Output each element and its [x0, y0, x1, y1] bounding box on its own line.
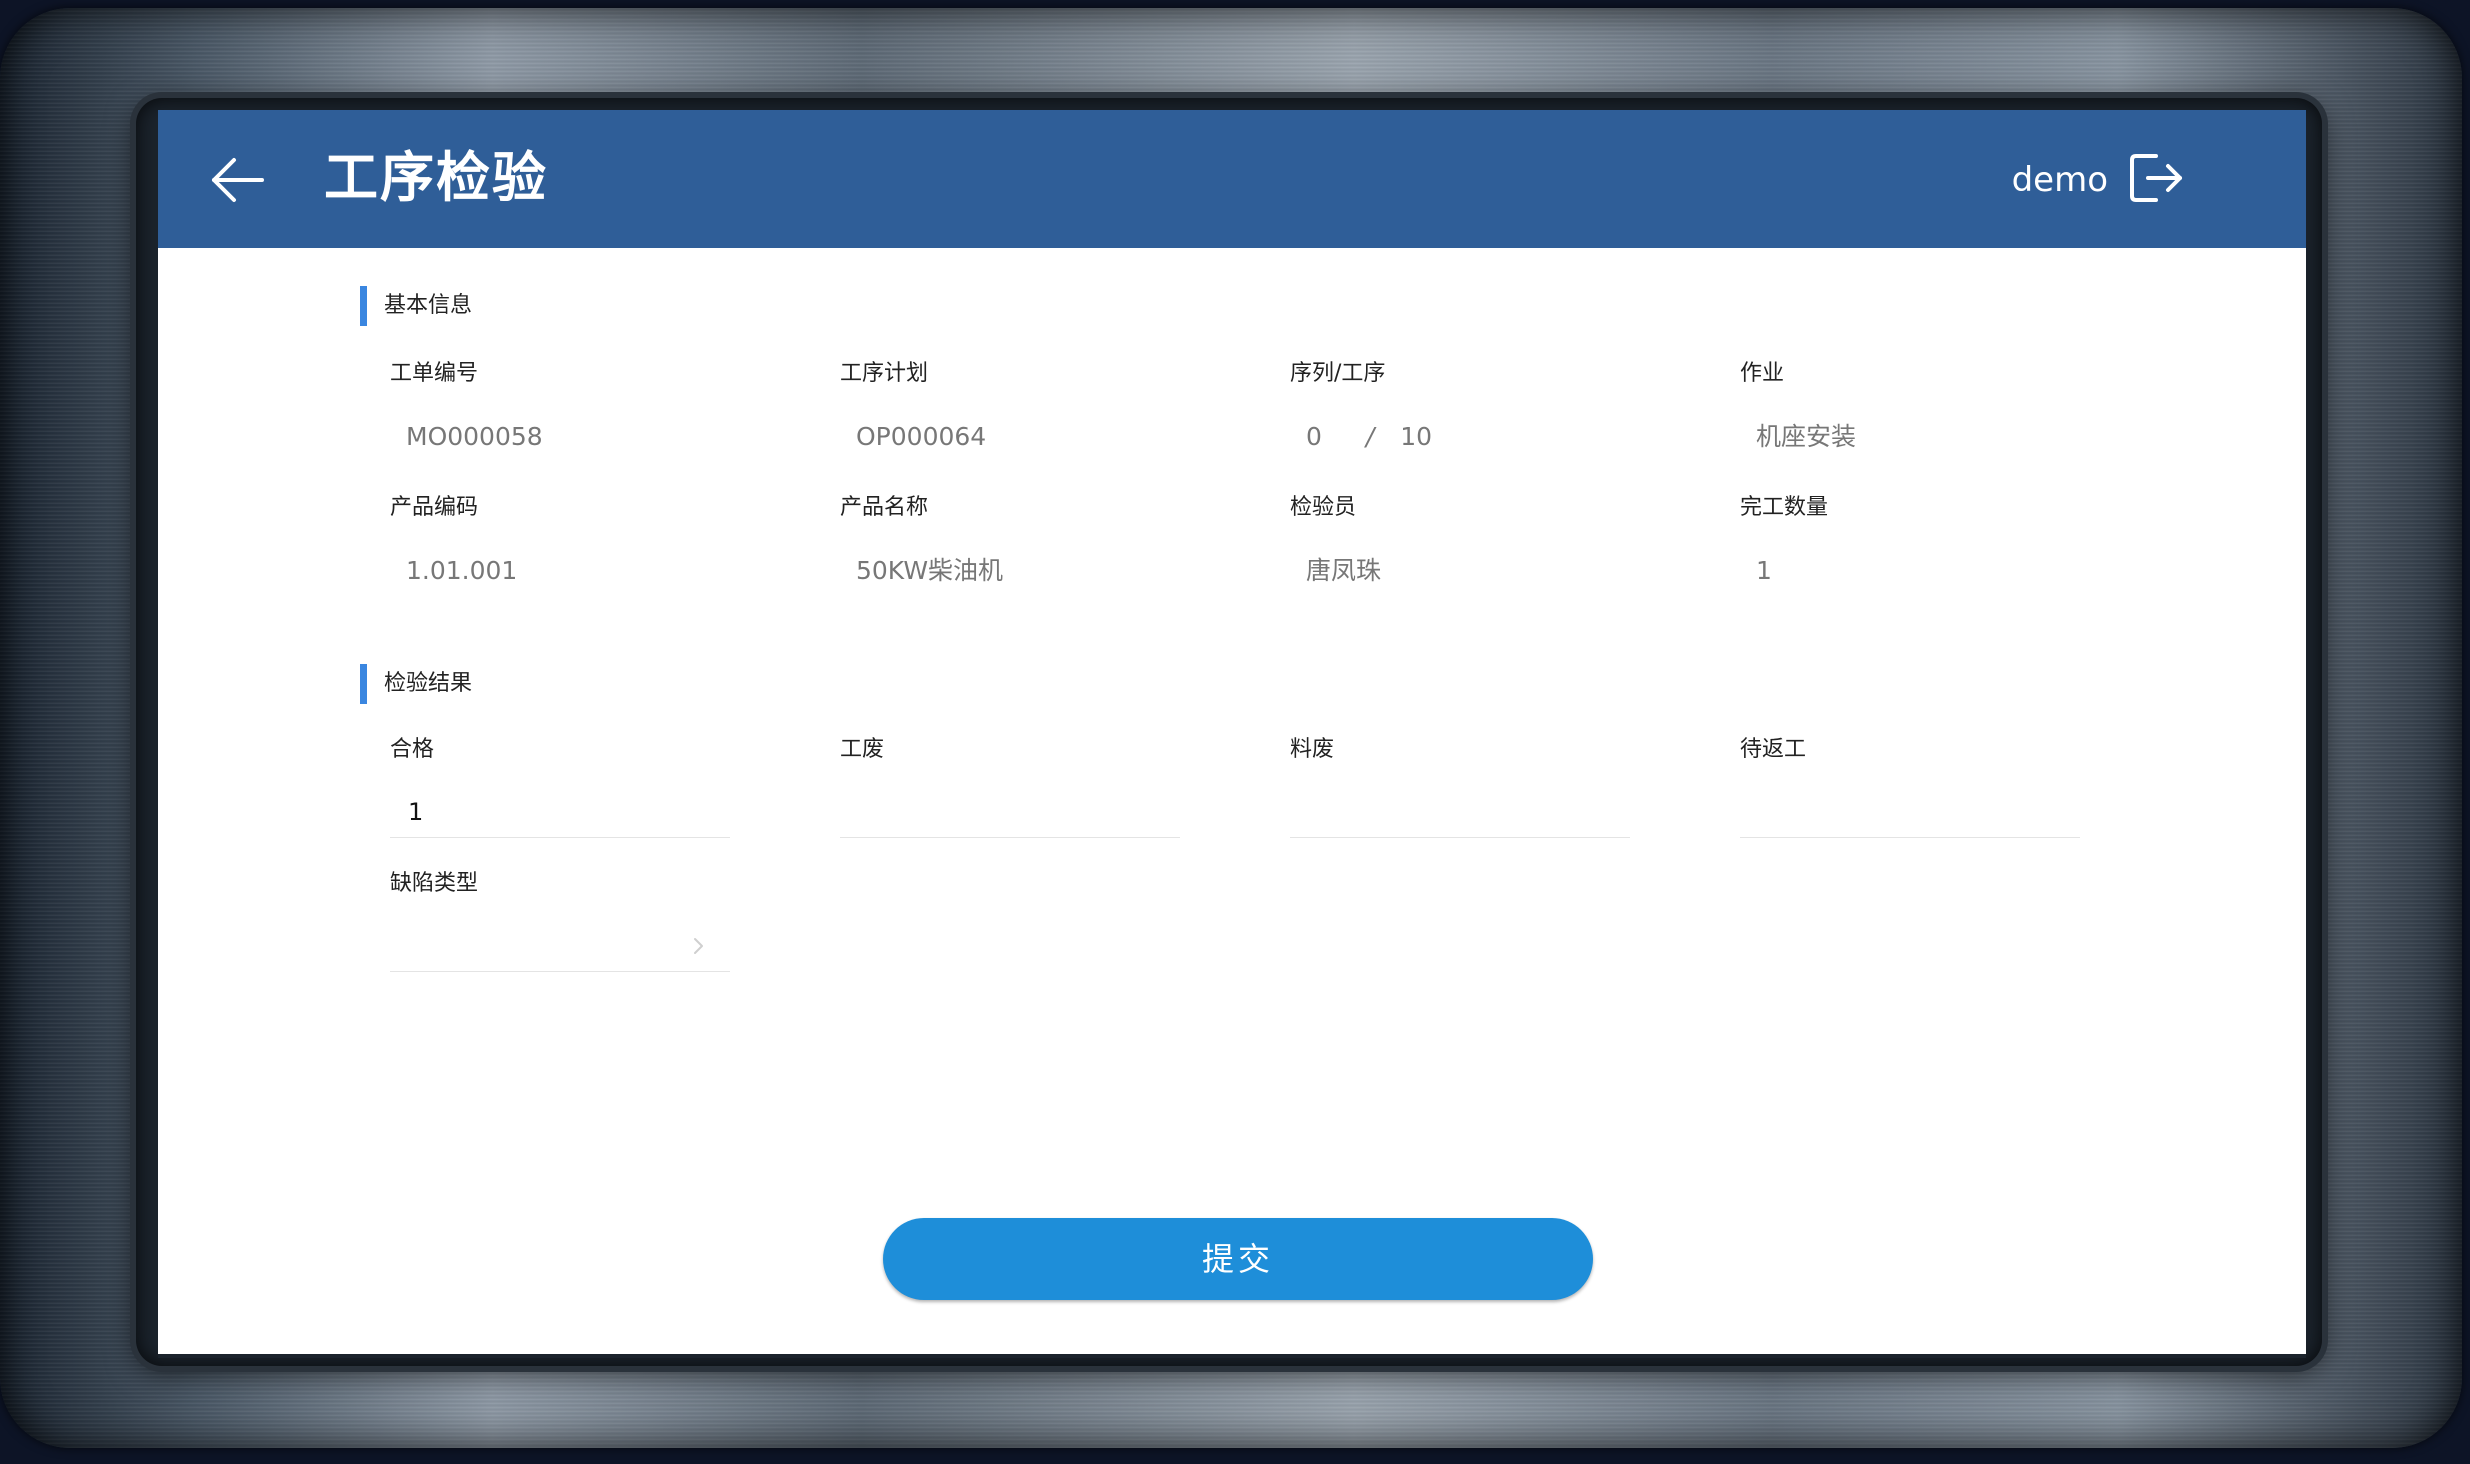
- field-value: 唐凤珠: [1306, 556, 1382, 585]
- field-label: 产品编码: [390, 495, 479, 520]
- pending-rework-input[interactable]: [1740, 786, 2080, 838]
- field-label: 作业: [1740, 361, 1785, 386]
- defect-type-select[interactable]: [390, 920, 730, 972]
- app-screen: 工序检验 demo 基本信息 工单编号 MO000058 工序计划 OP0000…: [158, 110, 2306, 1358]
- app-header: 工序检验 demo: [158, 110, 2306, 248]
- material-scrap-input[interactable]: [1290, 786, 1630, 838]
- field-label: 产品名称: [840, 495, 929, 520]
- field-label: 检验员: [1290, 495, 1357, 520]
- qualified-input[interactable]: 1: [390, 786, 730, 838]
- section-title: 检验结果: [384, 671, 473, 696]
- work-scrap-input[interactable]: [840, 786, 1180, 838]
- field-value: 1.01.001: [406, 556, 518, 585]
- user-name: demo: [2011, 160, 2108, 200]
- logout-icon[interactable]: [2126, 150, 2188, 206]
- section-accent-bar: [360, 286, 367, 326]
- sequence-total: 10: [1400, 422, 1433, 451]
- submit-button[interactable]: 提交: [883, 1218, 1593, 1300]
- field-label: 完工数量: [1740, 495, 1829, 520]
- field-value: 机座安装: [1756, 422, 1857, 451]
- field-label: 合格: [390, 737, 435, 762]
- field-value: 50KW柴油机: [856, 556, 1004, 585]
- section-title: 基本信息: [384, 293, 473, 318]
- field-label: 缺陷类型: [390, 871, 479, 896]
- field-label: 序列/工序: [1290, 361, 1386, 386]
- field-label: 工单编号: [390, 361, 479, 386]
- section-accent-bar: [360, 664, 367, 704]
- field-value: OP000064: [856, 422, 987, 451]
- sequence-ratio: 0 / 10: [1306, 422, 1432, 452]
- field-label: 料废: [1290, 737, 1335, 762]
- back-arrow-icon[interactable]: [208, 150, 268, 210]
- field-label: 工废: [840, 737, 885, 762]
- chevron-right-icon: [694, 938, 703, 954]
- field-label: 工序计划: [840, 361, 929, 386]
- field-label: 待返工: [1740, 737, 1807, 762]
- sequence-current: 0: [1306, 422, 1322, 451]
- field-value: 1: [1756, 556, 1772, 585]
- field-value: MO000058: [406, 422, 543, 451]
- sequence-separator: /: [1365, 422, 1375, 451]
- page-title: 工序检验: [324, 146, 548, 209]
